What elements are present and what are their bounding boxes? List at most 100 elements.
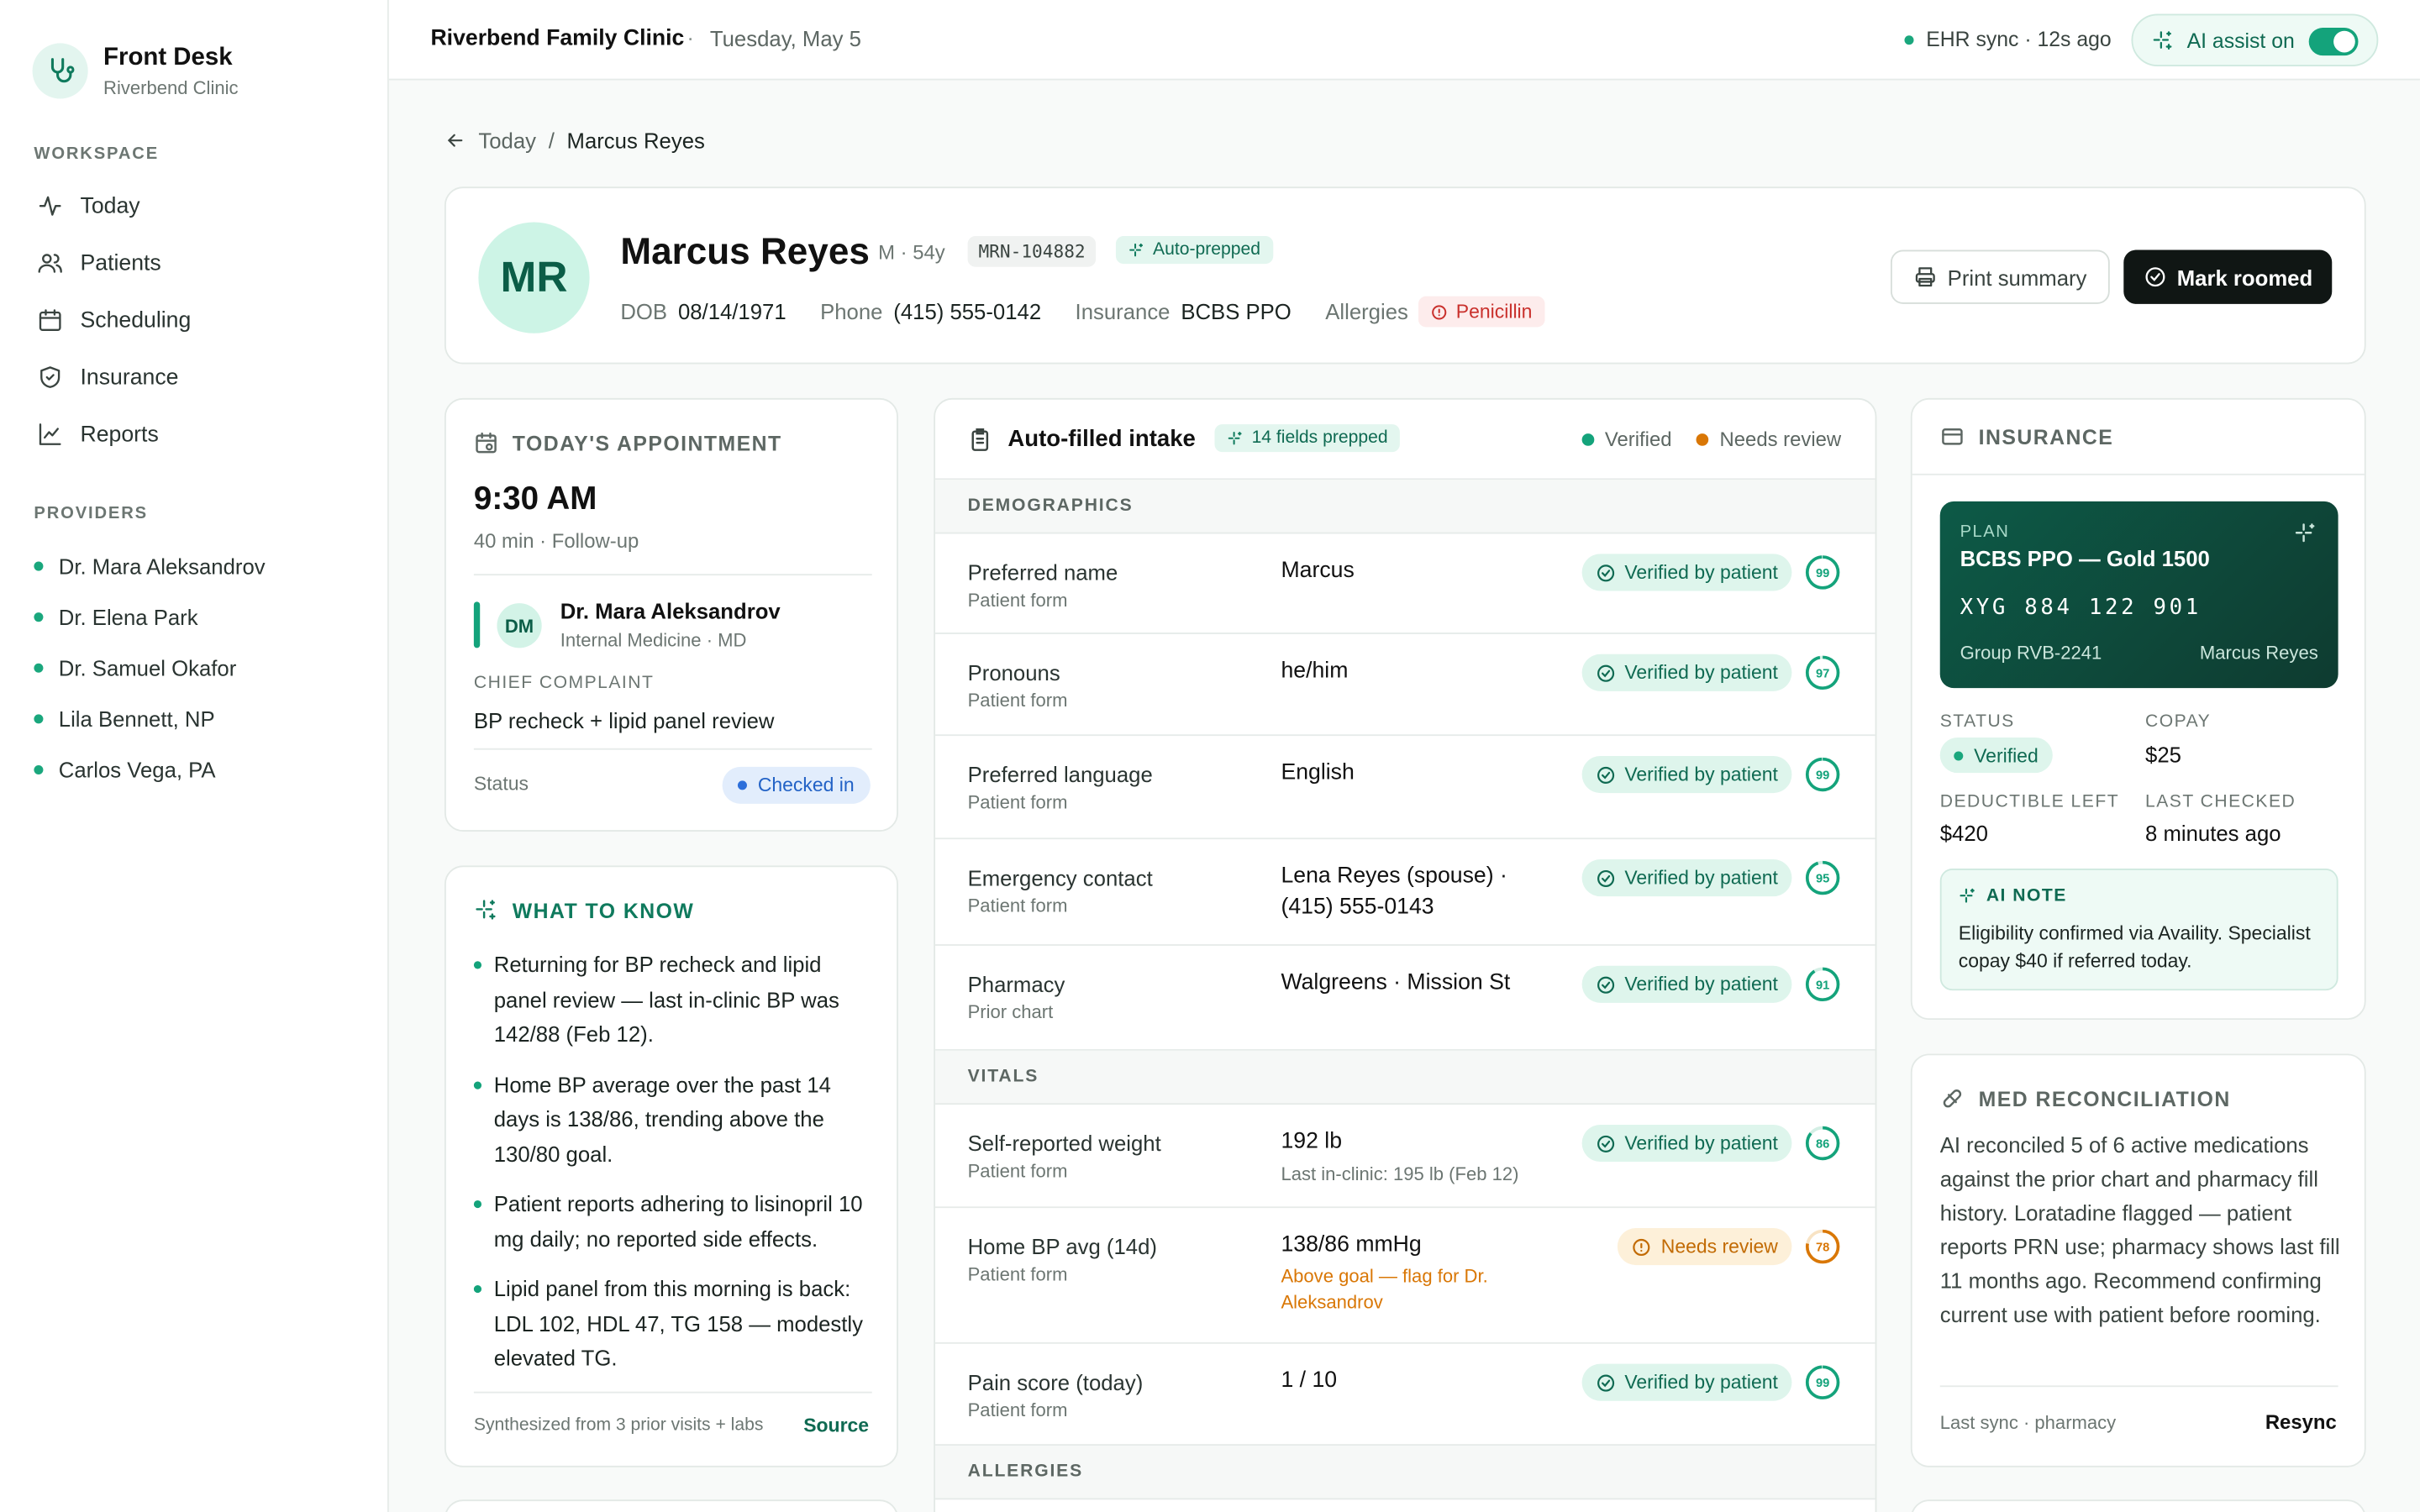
source-link[interactable]: Source xyxy=(803,1415,869,1436)
badge-label: Verified by patient xyxy=(1624,764,1778,785)
insurance-label: Insurance xyxy=(1075,299,1171,324)
table-row[interactable]: Self-reported weight Patient form 192 lb… xyxy=(935,1105,1876,1209)
check-circle-icon xyxy=(1597,1134,1614,1152)
check-circle-icon xyxy=(1597,765,1614,784)
confidence-score: 99 xyxy=(1816,769,1829,783)
sync-text: EHR sync · 12s ago xyxy=(1926,28,2112,51)
table-row[interactable]: Pronouns Patient form he/him Verified by… xyxy=(935,634,1876,737)
field-source: Patient form xyxy=(967,1399,1068,1421)
badge-label: 14 fields prepped xyxy=(1251,428,1388,448)
avatar: DM xyxy=(497,603,542,648)
divider xyxy=(1912,473,2365,475)
card-holder: Marcus Reyes xyxy=(2199,642,2318,664)
sidebar-item-reports[interactable]: Reports xyxy=(22,406,367,463)
legend-dot xyxy=(1581,433,1595,445)
field-source: Patient form xyxy=(967,1160,1068,1182)
field-value[interactable]: 1 / 10 xyxy=(1281,1365,1543,1396)
provider-item[interactable]: Carlos Vega, PA xyxy=(34,743,265,795)
sidebar-item-today[interactable]: Today xyxy=(22,177,367,234)
status-badge: Checked in xyxy=(722,766,871,804)
field-value[interactable]: Walgreens · Mission St xyxy=(1281,968,1543,999)
sidebar-item-patients[interactable]: Patients xyxy=(22,234,367,291)
sidebar-item-label: Reports xyxy=(80,422,159,447)
field-note: Last in-clinic: 195 lb (Feb 12) xyxy=(1281,1163,1519,1185)
table-row[interactable]: Pharmacy Prior chart Walgreens · Mission… xyxy=(935,946,1876,1051)
ai-note-title: AI NOTE xyxy=(1959,887,2067,906)
confidence-ring: 95 xyxy=(1805,860,1840,895)
toggle-switch[interactable] xyxy=(2308,28,2359,56)
badge-label: Auto-prepped xyxy=(1153,240,1261,260)
check-circle-icon xyxy=(1597,975,1614,993)
card-title-text: WHAT TO KNOW xyxy=(512,898,695,922)
mark-roomed-button[interactable]: Mark roomed xyxy=(2123,249,2333,304)
field-value[interactable]: Marcus xyxy=(1281,555,1543,586)
appointment-time: 9:30 AM xyxy=(473,481,597,517)
verified-badge: Verified by patient xyxy=(1581,654,1792,691)
badge-label: Verified by patient xyxy=(1624,973,1778,995)
chief-complaint: BP recheck + lipid panel review xyxy=(473,708,775,733)
next-card xyxy=(444,1499,898,1512)
plan-label: PLAN xyxy=(1960,522,2010,542)
sparkle-icon xyxy=(2295,523,2315,543)
provider-item[interactable]: Dr. Mara Aleksandrov xyxy=(34,540,266,591)
alert-circle-icon xyxy=(1633,1238,1650,1256)
provider-name: Dr. Elena Park xyxy=(58,604,198,629)
table-row[interactable]: Preferred name Patient form Marcus Verif… xyxy=(935,533,1876,634)
print-summary-button[interactable]: Print summary xyxy=(1890,249,2110,304)
legend-dot xyxy=(1696,433,1709,445)
table-row[interactable]: Preferred language Patient form English … xyxy=(935,736,1876,840)
table-row[interactable]: Pain score (today) Patient form 1 / 10 V… xyxy=(935,1344,1876,1446)
status-dot xyxy=(34,560,44,570)
breadcrumb-today[interactable]: Today xyxy=(478,128,536,152)
appointment-card: TODAY'S APPOINTMENT 9:30 AM 40 min · Fol… xyxy=(444,397,898,832)
field-value[interactable]: 192 lb xyxy=(1281,1126,1543,1158)
table-row[interactable]: Home BP avg (14d) Patient form 138/86 mm… xyxy=(935,1208,1876,1344)
allergies-label: Allergies xyxy=(1325,299,1408,324)
field-value[interactable]: English xyxy=(1281,758,1543,789)
field-label: Emergency contact xyxy=(967,865,1153,890)
provider-name: Carlos Vega, PA xyxy=(58,756,216,782)
sidebar-item-label: Scheduling xyxy=(80,307,192,333)
field-value[interactable]: he/him xyxy=(1281,656,1543,687)
field-value[interactable]: 138/86 mmHg xyxy=(1281,1230,1543,1261)
check-circle-icon xyxy=(1597,664,1614,681)
sidebar-item-insurance[interactable]: Insurance xyxy=(22,349,367,406)
badge-label: Verified by patient xyxy=(1624,1132,1778,1154)
table-row[interactable]: Emergency contact Patient form Lena Reye… xyxy=(935,839,1876,946)
status-label: Status xyxy=(473,773,529,795)
list-item: Returning for BP recheck and lipid panel… xyxy=(473,948,872,1052)
fields-prepped-badge: 14 fields prepped xyxy=(1214,424,1401,453)
arrow-left-icon[interactable] xyxy=(445,129,466,151)
confidence-score: 97 xyxy=(1816,667,1829,680)
appointment-title: TODAY'S APPOINTMENT xyxy=(474,430,782,454)
provider-item[interactable]: Dr. Samuel Okafor xyxy=(34,642,265,693)
field-note: Above goal — flag for Dr. Aleksandrov xyxy=(1281,1265,1488,1314)
ai-assist-toggle[interactable]: AI assist on xyxy=(2131,13,2379,66)
resync-button[interactable]: Resync xyxy=(2265,1410,2337,1434)
phone-field: Phone (415) 555-0142 xyxy=(820,299,1041,323)
confidence-score: 99 xyxy=(1816,567,1829,580)
sparkle-icon xyxy=(1129,242,1144,256)
confidence-ring: 97 xyxy=(1805,655,1840,690)
verified-badge: Verified by patient xyxy=(1581,1124,1792,1163)
status-dot xyxy=(34,662,44,672)
provider-item[interactable]: Lila Bennett, NP xyxy=(34,693,265,744)
brand: Front Desk Riverbend Clinic xyxy=(32,43,239,99)
pill-icon xyxy=(1943,1089,1962,1108)
field-label: Home BP avg (14d) xyxy=(967,1234,1157,1259)
status-dot xyxy=(34,713,44,723)
provider-list: Dr. Mara Aleksandrov Dr. Elena Park Dr. … xyxy=(34,540,266,795)
provider-item[interactable]: Dr. Elena Park xyxy=(34,591,265,642)
med-rec-title: MED RECONCILIATION xyxy=(1940,1086,2231,1110)
workspace-label: WORKSPACE xyxy=(34,144,160,164)
sidebar-item-scheduling[interactable]: Scheduling xyxy=(22,291,367,349)
field-value[interactable]: Lena Reyes (spouse) · (415) 555-0143 xyxy=(1281,861,1543,922)
printer-icon xyxy=(1915,267,1935,287)
chief-complaint-label: CHIEF COMPLAINT xyxy=(473,674,655,693)
intake-card: Auto-filled intake 14 fields prepped Ver… xyxy=(934,397,1877,1512)
allergy-badge: Penicillin xyxy=(1418,296,1545,328)
current-date: Tuesday, May 5 xyxy=(709,26,861,51)
insurance-value: BCBS PPO xyxy=(1181,299,1292,324)
verified-badge: Verified by patient xyxy=(1581,965,1792,1003)
ai-note-title-text: AI NOTE xyxy=(1986,887,2067,906)
